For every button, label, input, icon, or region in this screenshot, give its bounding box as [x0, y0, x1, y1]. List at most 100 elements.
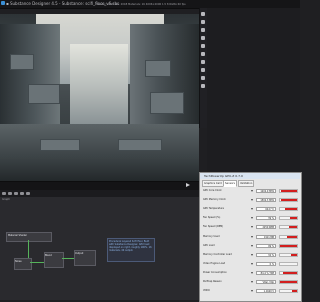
tool-icon[interactable]: [20, 192, 24, 195]
sensor-value: 84.4 % TDP: [256, 270, 276, 275]
sensor-graph: [279, 261, 298, 266]
play-icon[interactable]: [186, 183, 190, 187]
viewport-floor: [0, 124, 199, 181]
sensor-value: 1911 MB: [256, 234, 276, 239]
sensor-graph: [279, 216, 298, 221]
sensor-graph-fill: [285, 208, 297, 211]
graph-wire: [62, 258, 74, 259]
tool-icon[interactable]: [201, 28, 205, 32]
sensor-graph-fill: [282, 271, 297, 274]
sensor-label: GPU Memory Clock: [203, 198, 226, 202]
tool-icon[interactable]: [201, 44, 205, 48]
sensor-graph-fill: [291, 253, 297, 256]
node-title: Material Shader: [8, 234, 27, 237]
viewport-block: [145, 60, 171, 77]
3d-viewport[interactable]: [0, 14, 199, 181]
sensor-graph: [279, 252, 298, 257]
sensor-value: 1.1620 V: [256, 289, 276, 294]
sensor-graph-fill: [290, 217, 297, 220]
tool-icon[interactable]: [26, 192, 30, 195]
gpuz-title: TechPowerUp GPU-Z 0.7.0: [204, 174, 243, 178]
chevron-down-icon[interactable]: [251, 217, 253, 220]
tab-validation[interactable]: Validation: [238, 180, 255, 187]
graph-label: Graph: [2, 198, 10, 201]
tool-icon[interactable]: [201, 84, 205, 88]
sensor-graph-fill: [291, 290, 297, 293]
sensor-graph-fill: [280, 199, 297, 202]
sensor-label: Video Engine Load: [203, 261, 226, 265]
graph-view[interactable]: [0, 190, 199, 300]
chevron-down-icon[interactable]: [251, 281, 253, 283]
sensor-label: GPU Core Clock: [203, 189, 222, 192]
tool-icon[interactable]: [201, 36, 205, 40]
tab-sensors[interactable]: Sensors: [223, 180, 237, 187]
tool-icon[interactable]: [201, 52, 205, 56]
viewport-info: Sbs-Tex: 4096 Tex: 2048 Materials: 16 40…: [96, 3, 186, 6]
viewport-right-wall: [130, 24, 199, 134]
sensor-value: 69.0 °C: [256, 207, 276, 212]
sensor-value: 1202.0 MHz: [256, 189, 276, 193]
tool-icon[interactable]: [2, 192, 6, 195]
tool-icon[interactable]: [201, 20, 205, 24]
chevron-down-icon[interactable]: [251, 290, 253, 293]
chevron-down-icon[interactable]: [251, 244, 253, 247]
sensor-graph: [279, 280, 298, 284]
node-title: Blend: [45, 254, 52, 257]
sensor-graph: [279, 189, 298, 193]
tool-icon[interactable]: [8, 192, 12, 195]
viewport-block: [28, 84, 60, 104]
sensor-value: 0 %: [256, 261, 276, 266]
chevron-down-icon[interactable]: [251, 253, 253, 256]
viewport-corridor: [70, 44, 128, 124]
viewport-block: [118, 139, 162, 151]
sensor-graph-fill: [280, 190, 297, 192]
sensor-label: Power Consumption: [203, 270, 227, 274]
viewport-block: [150, 92, 184, 114]
tool-icon[interactable]: [201, 12, 205, 16]
chevron-down-icon[interactable]: [251, 199, 253, 202]
viewport-left-wall: [0, 24, 60, 134]
chevron-down-icon[interactable]: [251, 271, 253, 274]
sensor-graph: [279, 243, 298, 248]
sensor-value: 32 %: [256, 252, 276, 257]
chevron-down-icon[interactable]: [251, 190, 253, 192]
viewport-block: [40, 139, 80, 151]
graph-wire: [28, 240, 29, 258]
tool-icon[interactable]: [201, 76, 205, 80]
logo-icon: [1, 1, 5, 5]
sensor-graph: [279, 289, 298, 294]
chevron-down-icon[interactable]: [251, 262, 253, 265]
tab-graphics-card[interactable]: Graphics Card: [202, 180, 224, 187]
sensor-label: Fan Speed (%): [203, 216, 221, 220]
tool-icon[interactable]: [201, 60, 205, 64]
sensor-graph: [279, 207, 298, 212]
sensor-label: GPU Temperature: [203, 207, 224, 211]
sensor-graph: [279, 225, 298, 230]
sensor-label: Fan Speed (RPM): [203, 225, 224, 229]
sensor-graph-fill: [280, 244, 297, 247]
sensor-graph-fill: [280, 281, 297, 283]
sensor-value: 2250 RPM: [256, 225, 276, 230]
graph-wire: [30, 262, 44, 263]
sensor-graph: [279, 198, 298, 203]
tool-icon[interactable]: [201, 68, 205, 72]
sensor-label: Memory Used: [203, 234, 220, 238]
sensor-graph: [279, 234, 298, 239]
sensor-graph: [279, 270, 298, 275]
sensor-label: Memory Controller Load: [203, 252, 232, 256]
chevron-down-icon[interactable]: [251, 235, 253, 238]
tool-icon[interactable]: [14, 192, 18, 195]
sensor-value: 39 %: [256, 216, 276, 221]
viewport-block: [10, 54, 34, 70]
sensor-value: 99 %: [256, 243, 276, 248]
sensor-label: VDDC: [203, 289, 210, 293]
chevron-down-icon[interactable]: [251, 226, 253, 229]
sensor-label: PerfCap Reason: [203, 280, 222, 283]
chevron-down-icon[interactable]: [251, 208, 253, 211]
sensor-value: VRel, VOp: [256, 280, 276, 284]
node-title: Noise: [15, 260, 22, 263]
graph-comment-text: Procedural Layered Scifi floor. Built wi…: [109, 240, 152, 252]
sensor-label: GPU Load: [203, 243, 215, 247]
sensor-value: 1502.3 MHz: [256, 198, 276, 203]
sensor-graph-fill: [289, 226, 297, 229]
